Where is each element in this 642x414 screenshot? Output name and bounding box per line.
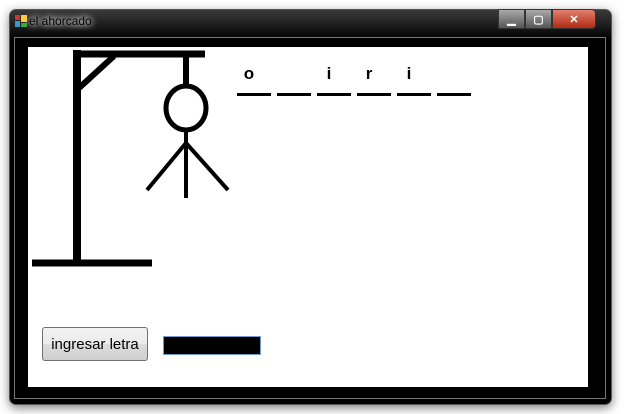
letter-underline [437, 93, 471, 96]
letter-underline [317, 93, 351, 96]
letter-slot: i [326, 64, 332, 83]
letter-underline [357, 93, 391, 96]
submit-letter-button[interactable]: ingresar letra [42, 327, 148, 361]
right-arm [184, 141, 230, 192]
gallows-brace [76, 53, 117, 91]
letter-slot: o [243, 64, 255, 83]
head [163, 83, 209, 133]
letter-slot: r [365, 64, 373, 83]
letter-slot: i [406, 64, 412, 83]
letter-underline [397, 93, 431, 96]
left-arm [145, 141, 188, 192]
letter-input[interactable] [163, 336, 261, 355]
letter-underline [277, 93, 311, 96]
letter-underline [237, 93, 271, 96]
